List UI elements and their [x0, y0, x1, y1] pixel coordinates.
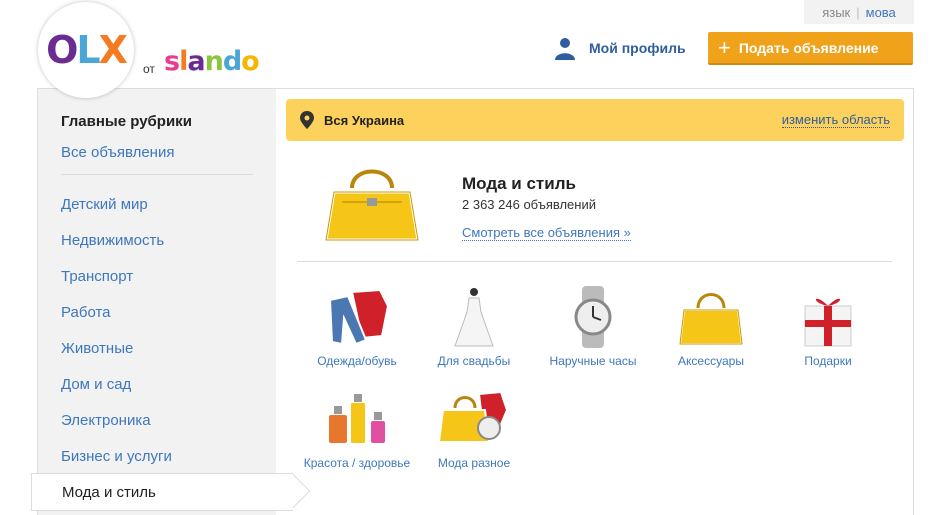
language-switcher: язык | мова	[804, 0, 914, 24]
handbag-icon	[324, 169, 420, 242]
subcategory-clothes[interactable]: Одежда/обувь	[302, 286, 412, 368]
sidebar-item-electronics[interactable]: Электроника	[61, 412, 151, 429]
olx-logo-text: OLX	[46, 28, 128, 72]
view-all-link[interactable]: Смотреть все объявления »	[462, 225, 631, 241]
subcategory-label: Для свадьбы	[437, 354, 511, 368]
sidebar-item-business[interactable]: Бизнес и услуги	[61, 448, 172, 465]
subcategory-label: Красота / здоровье	[303, 456, 411, 470]
lang-ua[interactable]: мова	[866, 5, 896, 20]
subcategory-accessories[interactable]: Аксессуары	[656, 286, 766, 368]
subcategory-label: Подарки	[804, 354, 852, 368]
subcategory-watches[interactable]: Наручные часы	[538, 286, 648, 368]
perfume-icon	[327, 394, 387, 445]
clothes-icon	[328, 288, 390, 346]
sidebar-item-kids[interactable]: Детский мир	[61, 196, 148, 213]
olx-logo[interactable]: OLX	[38, 2, 134, 98]
wristwatch-icon	[574, 286, 612, 348]
my-profile-link[interactable]: Мой профиль	[553, 36, 686, 60]
region-bar: Вся Украина изменить область	[286, 99, 904, 141]
sidebar-item-animals[interactable]: Животные	[61, 340, 133, 357]
subcategory-label: Мода разное	[437, 456, 511, 470]
user-icon	[555, 38, 575, 60]
subcategory-label: Наручные часы	[549, 354, 637, 368]
plus-icon: +	[718, 34, 731, 60]
category-title: Мода и стиль	[462, 174, 576, 193]
sidebar-item-transport[interactable]: Транспорт	[61, 268, 133, 285]
wedding-dress-icon	[454, 288, 494, 347]
sidebar-item-fashion-active[interactable]: Мода и стиль	[31, 473, 293, 511]
sidebar-item-realty[interactable]: Недвижимость	[61, 232, 164, 249]
sidebar-item-home-garden[interactable]: Дом и сад	[61, 376, 131, 393]
fashion-mix-icon	[439, 390, 509, 443]
change-region-link[interactable]: изменить область	[781, 112, 890, 128]
gift-icon	[804, 298, 852, 347]
lang-separator: |	[856, 4, 860, 20]
subcategory-gifts[interactable]: Подарки	[773, 286, 883, 368]
lang-ru[interactable]: язык	[822, 5, 850, 20]
subcategory-fashion-misc[interactable]: Мода разное	[419, 388, 529, 470]
region-name: Вся Украина	[324, 112, 405, 128]
category-divider	[297, 261, 892, 262]
location-pin-icon	[300, 111, 314, 129]
sidebar-title: Главные рубрики	[61, 113, 192, 130]
subcategory-label: Аксессуары	[678, 354, 744, 368]
post-ad-button[interactable]: + Подать объявление	[708, 32, 913, 65]
subcategory-beauty[interactable]: Красота / здоровье	[302, 388, 412, 470]
subcategory-wedding[interactable]: Для свадьбы	[419, 286, 529, 368]
subcategory-label: Одежда/обувь	[317, 354, 397, 368]
handbag-icon	[678, 293, 744, 345]
sidebar-divider	[61, 174, 253, 175]
sidebar-item-jobs[interactable]: Работа	[61, 304, 111, 321]
my-profile-label: Мой профиль	[589, 40, 686, 56]
slando-logo[interactable]: slando	[164, 46, 260, 77]
category-count: 2 363 246 объявлений	[462, 197, 596, 212]
sidebar-item-all[interactable]: Все объявления	[61, 144, 174, 161]
logo-connector: от	[143, 62, 155, 76]
post-ad-label: Подать объявление	[738, 39, 879, 56]
